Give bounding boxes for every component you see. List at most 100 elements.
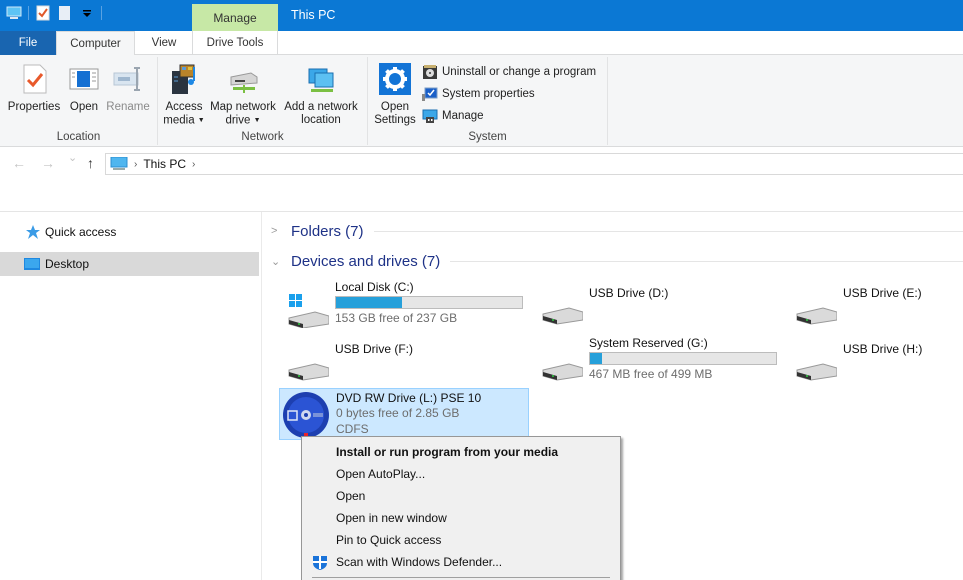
tab-computer[interactable]: Computer [56, 31, 135, 56]
drive-item[interactable]: System Reserved (G:) 467 MB free of 499 … [533, 334, 783, 386]
section-devices-and-drives[interactable]: ⌄ Devices and drives (7) [263, 250, 963, 272]
chevron-right-icon[interactable]: > [271, 225, 285, 237]
new-folder-icon[interactable] [57, 5, 73, 21]
section-title: Folders (7) [291, 222, 364, 240]
properties-icon [18, 63, 50, 95]
computer-icon[interactable] [6, 5, 22, 21]
drive-usage-fill [336, 297, 402, 308]
settings-gear-icon [379, 63, 411, 95]
this-pc-icon [110, 156, 128, 171]
drive-item[interactable]: USB Drive (H:) [787, 334, 963, 386]
dvd-drive-icon [282, 391, 330, 439]
ribbon-group-system: Open Settings Uninstall or change a prog… [368, 57, 608, 145]
usb-drive-icon [285, 340, 330, 384]
sidebar-item-desktop[interactable]: Desktop [0, 252, 259, 276]
up-button[interactable]: ↑ [87, 155, 94, 171]
group-label-system: System [468, 131, 507, 143]
menu-item-open[interactable]: Open [302, 485, 620, 507]
drive-item[interactable]: USB Drive (F:) [279, 334, 529, 386]
breadcrumb-this-pc[interactable]: This PC [143, 157, 186, 171]
section-title: Devices and drives (7) [291, 252, 441, 270]
tab-file[interactable]: File [0, 31, 56, 55]
dropdown-caret-icon: ▼ [197, 117, 205, 124]
section-folders[interactable]: > Folders (7) [263, 220, 963, 242]
menu-item-open-autoplay[interactable]: Open AutoPlay... [302, 463, 620, 485]
manage-contextual-tab-header[interactable]: Manage [192, 4, 278, 31]
open-button[interactable]: Open [64, 63, 104, 114]
customize-dropdown-icon[interactable] [79, 5, 95, 21]
address-bar[interactable]: › This PC › [105, 153, 963, 175]
ribbon: Properties Open Rename Location Access m… [0, 55, 963, 147]
ribbon-group-location: Properties Open Rename Location [0, 57, 158, 145]
access-media-button[interactable]: Access media ▼ [162, 63, 206, 128]
drive-item[interactable]: USB Drive (E:) [787, 278, 963, 330]
hard-drive-icon [539, 340, 584, 384]
desktop-icon [24, 257, 40, 271]
recent-locations-button[interactable]: ⌄ [68, 151, 77, 164]
ribbon-group-network: Access media ▼ Map network drive ▼ Add a… [158, 57, 368, 145]
drive-name: USB Drive (E:) [843, 286, 922, 300]
system-properties-button[interactable]: System properties [422, 84, 535, 104]
context-menu: Install or run program from your media O… [301, 436, 621, 580]
usb-drive-icon [793, 284, 838, 328]
drive-free-space: 153 GB free of 237 GB [335, 311, 458, 325]
drive-name: USB Drive (H:) [843, 342, 923, 356]
back-button[interactable]: ← [12, 155, 26, 171]
quick-access-toolbar [6, 5, 102, 21]
window-title: This PC [291, 8, 336, 22]
manage-button[interactable]: Manage [422, 106, 484, 126]
navigation-pane: Quick access Desktop [0, 212, 262, 580]
properties-icon[interactable] [35, 5, 51, 21]
open-settings-button[interactable]: Open Settings [372, 63, 418, 127]
add-network-location-icon [305, 63, 337, 95]
map-network-drive-icon [227, 63, 259, 95]
map-network-drive-button[interactable]: Map network drive ▼ [206, 63, 280, 128]
menu-item-install-or-run[interactable]: Install or run program from your media [302, 441, 620, 463]
tab-drive-tools[interactable]: Drive Tools [192, 31, 278, 55]
uninstall-icon [422, 64, 438, 80]
forward-button[interactable]: → [41, 155, 55, 171]
sidebar-item-quick-access[interactable]: Quick access [0, 220, 259, 244]
chevron-down-icon[interactable]: ⌄ [271, 255, 285, 268]
menu-item-pin-to-quick-access[interactable]: Pin to Quick access [302, 529, 620, 551]
dropdown-caret-icon: ▼ [253, 117, 261, 124]
drive-usage-fill [590, 353, 602, 364]
section-divider [373, 230, 963, 232]
system-properties-icon [422, 86, 438, 102]
qat-separator [28, 6, 29, 20]
drive-name: System Reserved (G:) [589, 336, 708, 350]
group-label-network: Network [241, 131, 284, 143]
group-label-location: Location [56, 131, 101, 143]
usb-drive-icon [793, 340, 838, 384]
add-network-location-button[interactable]: Add a network location [280, 63, 362, 127]
drive-free-space: 0 bytes free of 2.85 GB [336, 406, 460, 420]
menu-item-open-in-new-window[interactable]: Open in new window [302, 507, 620, 529]
windows-defender-icon [312, 554, 328, 570]
breadcrumb-separator[interactable]: › [192, 159, 195, 170]
drive-name: DVD RW Drive (L:) PSE 10 [336, 391, 482, 405]
drive-filesystem: CDFS [336, 422, 369, 436]
rename-button[interactable]: Rename [104, 63, 152, 114]
uninstall-program-button[interactable]: Uninstall or change a program [422, 62, 596, 82]
rename-icon [112, 63, 144, 95]
menu-item-scan-with-defender[interactable]: Scan with Windows Defender... [302, 551, 620, 573]
manage-icon [422, 108, 438, 124]
drive-free-space: 467 MB free of 499 MB [589, 367, 713, 381]
drive-item-selected[interactable]: DVD RW Drive (L:) PSE 10 0 bytes free of… [279, 388, 529, 440]
section-divider [450, 260, 963, 262]
access-media-icon [168, 63, 200, 95]
navigation-bar: ← → ⌄ ↑ › This PC › [0, 147, 963, 181]
drive-usage-bar [589, 352, 777, 365]
drive-item[interactable]: Local Disk (C:) 153 GB free of 237 GB [279, 278, 529, 330]
breadcrumb-separator[interactable]: › [134, 159, 137, 170]
drive-item[interactable]: USB Drive (D:) [533, 278, 783, 330]
drive-name: USB Drive (D:) [589, 286, 669, 300]
tab-view[interactable]: View [137, 31, 191, 55]
star-icon [26, 225, 40, 239]
drive-name: Local Disk (C:) [335, 280, 414, 294]
local-disk-icon [285, 284, 330, 329]
qat-separator [101, 6, 102, 20]
ribbon-tabs: File Computer View Drive Tools [0, 31, 963, 56]
properties-button[interactable]: Properties [6, 63, 62, 114]
drive-usage-bar [335, 296, 523, 309]
